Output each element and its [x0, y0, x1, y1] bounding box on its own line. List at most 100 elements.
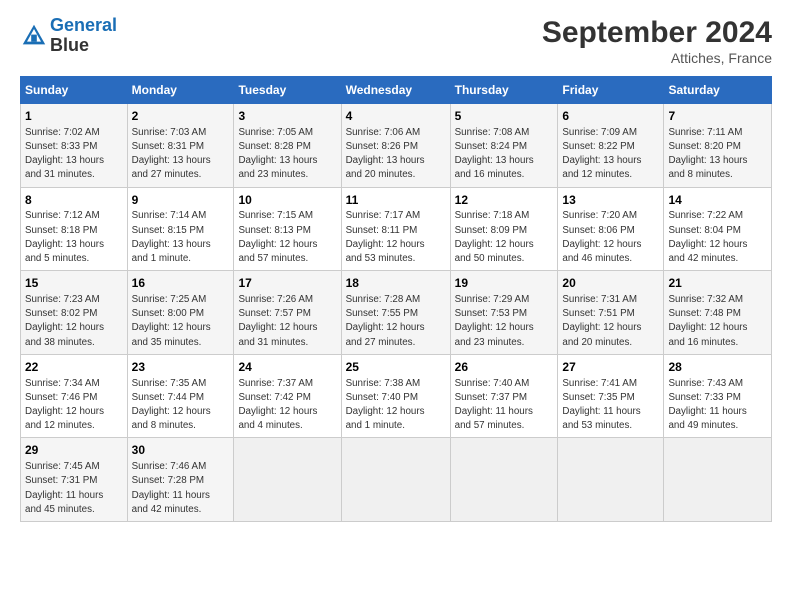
day-number: 10 — [238, 192, 336, 209]
day-info: Sunrise: 7:22 AM Sunset: 8:04 PM Dayligh… — [668, 209, 767, 266]
day-number: 17 — [238, 275, 336, 292]
day-info: Sunrise: 7:41 AM Sunset: 7:35 PM Dayligh… — [562, 377, 659, 434]
calendar-cell: 16Sunrise: 7:25 AM Sunset: 8:00 PM Dayli… — [127, 271, 234, 355]
calendar-cell: 2Sunrise: 7:03 AM Sunset: 8:31 PM Daylig… — [127, 104, 234, 188]
week-row: 15Sunrise: 7:23 AM Sunset: 8:02 PM Dayli… — [21, 271, 772, 355]
calendar-cell: 14Sunrise: 7:22 AM Sunset: 8:04 PM Dayli… — [664, 187, 772, 271]
page: General Blue September 2024 Attiches, Fr… — [0, 0, 792, 532]
logo-icon — [20, 22, 48, 50]
day-number: 27 — [562, 359, 659, 376]
calendar-cell — [664, 438, 772, 522]
day-info: Sunrise: 7:08 AM Sunset: 8:24 PM Dayligh… — [455, 126, 554, 183]
day-info: Sunrise: 7:23 AM Sunset: 8:02 PM Dayligh… — [25, 293, 123, 350]
calendar-cell: 15Sunrise: 7:23 AM Sunset: 8:02 PM Dayli… — [21, 271, 128, 355]
header-cell-tuesday: Tuesday — [234, 77, 341, 104]
calendar-cell: 26Sunrise: 7:40 AM Sunset: 7:37 PM Dayli… — [450, 354, 558, 438]
day-info: Sunrise: 7:31 AM Sunset: 7:51 PM Dayligh… — [562, 293, 659, 350]
day-number: 20 — [562, 275, 659, 292]
logo: General Blue — [20, 16, 117, 56]
day-info: Sunrise: 7:12 AM Sunset: 8:18 PM Dayligh… — [25, 209, 123, 266]
calendar-cell: 3Sunrise: 7:05 AM Sunset: 8:28 PM Daylig… — [234, 104, 341, 188]
calendar-cell — [450, 438, 558, 522]
day-info: Sunrise: 7:09 AM Sunset: 8:22 PM Dayligh… — [562, 126, 659, 183]
day-info: Sunrise: 7:18 AM Sunset: 8:09 PM Dayligh… — [455, 209, 554, 266]
calendar-cell: 8Sunrise: 7:12 AM Sunset: 8:18 PM Daylig… — [21, 187, 128, 271]
day-number: 30 — [132, 442, 230, 459]
day-number: 15 — [25, 275, 123, 292]
day-number: 23 — [132, 359, 230, 376]
header-cell-monday: Monday — [127, 77, 234, 104]
subtitle: Attiches, France — [542, 50, 772, 66]
day-info: Sunrise: 7:15 AM Sunset: 8:13 PM Dayligh… — [238, 209, 336, 266]
day-info: Sunrise: 7:06 AM Sunset: 8:26 PM Dayligh… — [346, 126, 446, 183]
main-title: September 2024 — [542, 16, 772, 50]
day-info: Sunrise: 7:29 AM Sunset: 7:53 PM Dayligh… — [455, 293, 554, 350]
header-cell-sunday: Sunday — [21, 77, 128, 104]
calendar-cell — [341, 438, 450, 522]
calendar-cell: 10Sunrise: 7:15 AM Sunset: 8:13 PM Dayli… — [234, 187, 341, 271]
day-info: Sunrise: 7:20 AM Sunset: 8:06 PM Dayligh… — [562, 209, 659, 266]
day-info: Sunrise: 7:17 AM Sunset: 8:11 PM Dayligh… — [346, 209, 446, 266]
calendar-cell: 18Sunrise: 7:28 AM Sunset: 7:55 PM Dayli… — [341, 271, 450, 355]
day-number: 25 — [346, 359, 446, 376]
calendar-cell: 13Sunrise: 7:20 AM Sunset: 8:06 PM Dayli… — [558, 187, 664, 271]
day-number: 1 — [25, 108, 123, 125]
logo-text-blue: Blue — [50, 35, 89, 55]
day-number: 8 — [25, 192, 123, 209]
day-info: Sunrise: 7:38 AM Sunset: 7:40 PM Dayligh… — [346, 377, 446, 434]
calendar-cell: 25Sunrise: 7:38 AM Sunset: 7:40 PM Dayli… — [341, 354, 450, 438]
calendar-cell: 20Sunrise: 7:31 AM Sunset: 7:51 PM Dayli… — [558, 271, 664, 355]
calendar-cell: 30Sunrise: 7:46 AM Sunset: 7:28 PM Dayli… — [127, 438, 234, 522]
calendar-cell: 28Sunrise: 7:43 AM Sunset: 7:33 PM Dayli… — [664, 354, 772, 438]
day-number: 3 — [238, 108, 336, 125]
day-number: 19 — [455, 275, 554, 292]
day-info: Sunrise: 7:28 AM Sunset: 7:55 PM Dayligh… — [346, 293, 446, 350]
day-number: 4 — [346, 108, 446, 125]
day-info: Sunrise: 7:32 AM Sunset: 7:48 PM Dayligh… — [668, 293, 767, 350]
day-number: 6 — [562, 108, 659, 125]
day-number: 24 — [238, 359, 336, 376]
day-info: Sunrise: 7:35 AM Sunset: 7:44 PM Dayligh… — [132, 377, 230, 434]
header: General Blue September 2024 Attiches, Fr… — [20, 16, 772, 66]
calendar-cell — [234, 438, 341, 522]
day-info: Sunrise: 7:25 AM Sunset: 8:00 PM Dayligh… — [132, 293, 230, 350]
calendar-body: 1Sunrise: 7:02 AM Sunset: 8:33 PM Daylig… — [21, 104, 772, 522]
day-number: 29 — [25, 442, 123, 459]
calendar-cell: 11Sunrise: 7:17 AM Sunset: 8:11 PM Dayli… — [341, 187, 450, 271]
day-info: Sunrise: 7:45 AM Sunset: 7:31 PM Dayligh… — [25, 460, 123, 517]
day-info: Sunrise: 7:34 AM Sunset: 7:46 PM Dayligh… — [25, 377, 123, 434]
day-number: 22 — [25, 359, 123, 376]
day-info: Sunrise: 7:37 AM Sunset: 7:42 PM Dayligh… — [238, 377, 336, 434]
week-row: 29Sunrise: 7:45 AM Sunset: 7:31 PM Dayli… — [21, 438, 772, 522]
day-info: Sunrise: 7:05 AM Sunset: 8:28 PM Dayligh… — [238, 126, 336, 183]
calendar-cell: 17Sunrise: 7:26 AM Sunset: 7:57 PM Dayli… — [234, 271, 341, 355]
day-info: Sunrise: 7:26 AM Sunset: 7:57 PM Dayligh… — [238, 293, 336, 350]
calendar-cell: 24Sunrise: 7:37 AM Sunset: 7:42 PM Dayli… — [234, 354, 341, 438]
calendar-table: SundayMondayTuesdayWednesdayThursdayFrid… — [20, 76, 772, 522]
day-number: 14 — [668, 192, 767, 209]
calendar-cell: 6Sunrise: 7:09 AM Sunset: 8:22 PM Daylig… — [558, 104, 664, 188]
day-info: Sunrise: 7:11 AM Sunset: 8:20 PM Dayligh… — [668, 126, 767, 183]
day-info: Sunrise: 7:14 AM Sunset: 8:15 PM Dayligh… — [132, 209, 230, 266]
calendar-cell: 22Sunrise: 7:34 AM Sunset: 7:46 PM Dayli… — [21, 354, 128, 438]
calendar-header-row: SundayMondayTuesdayWednesdayThursdayFrid… — [21, 77, 772, 104]
week-row: 22Sunrise: 7:34 AM Sunset: 7:46 PM Dayli… — [21, 354, 772, 438]
calendar-cell: 12Sunrise: 7:18 AM Sunset: 8:09 PM Dayli… — [450, 187, 558, 271]
week-row: 1Sunrise: 7:02 AM Sunset: 8:33 PM Daylig… — [21, 104, 772, 188]
day-number: 7 — [668, 108, 767, 125]
header-cell-thursday: Thursday — [450, 77, 558, 104]
calendar-cell: 23Sunrise: 7:35 AM Sunset: 7:44 PM Dayli… — [127, 354, 234, 438]
title-block: September 2024 Attiches, France — [542, 16, 772, 66]
day-number: 11 — [346, 192, 446, 209]
calendar-cell: 4Sunrise: 7:06 AM Sunset: 8:26 PM Daylig… — [341, 104, 450, 188]
day-info: Sunrise: 7:40 AM Sunset: 7:37 PM Dayligh… — [455, 377, 554, 434]
calendar-cell: 19Sunrise: 7:29 AM Sunset: 7:53 PM Dayli… — [450, 271, 558, 355]
calendar-cell: 27Sunrise: 7:41 AM Sunset: 7:35 PM Dayli… — [558, 354, 664, 438]
calendar-cell — [558, 438, 664, 522]
calendar-cell: 29Sunrise: 7:45 AM Sunset: 7:31 PM Dayli… — [21, 438, 128, 522]
day-number: 18 — [346, 275, 446, 292]
day-number: 5 — [455, 108, 554, 125]
calendar-cell: 7Sunrise: 7:11 AM Sunset: 8:20 PM Daylig… — [664, 104, 772, 188]
header-cell-saturday: Saturday — [664, 77, 772, 104]
day-info: Sunrise: 7:02 AM Sunset: 8:33 PM Dayligh… — [25, 126, 123, 183]
